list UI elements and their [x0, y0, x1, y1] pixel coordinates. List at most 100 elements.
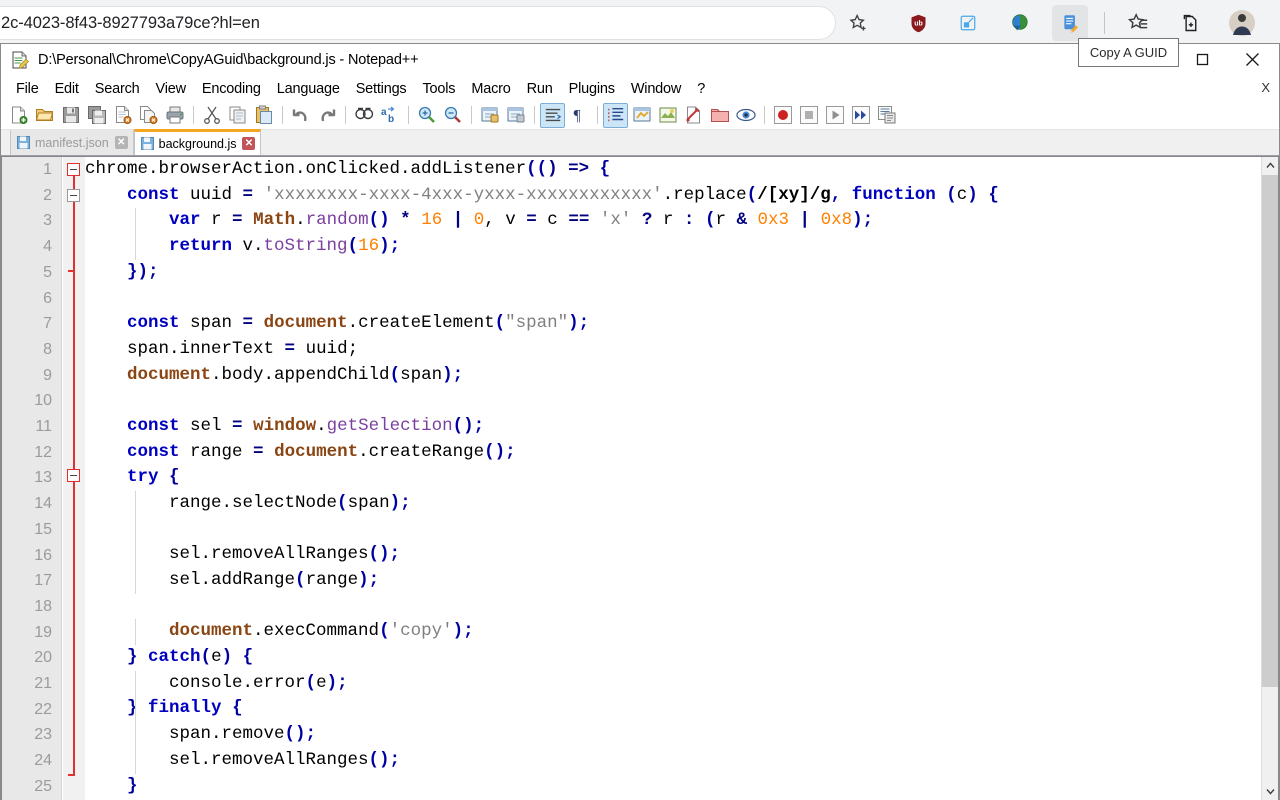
menu-window[interactable]: Window — [623, 79, 689, 99]
extension-blue-icon[interactable] — [950, 5, 986, 41]
copy-button[interactable] — [225, 103, 250, 128]
maximize-window-button[interactable] — [1179, 44, 1225, 75]
address-bar[interactable]: 2c-4023-8f43-8927793a79ce?hl=en — [0, 6, 836, 40]
close-file-button[interactable] — [110, 103, 135, 128]
code-line: range.selectNode(span); — [85, 492, 411, 513]
redo-button[interactable] — [314, 103, 339, 128]
show-all-characters-button[interactable]: ¶ — [566, 103, 591, 128]
save-current-macro-button[interactable] — [874, 103, 899, 128]
monitoring-button[interactable] — [733, 103, 758, 128]
svg-text:ub: ub — [914, 20, 923, 27]
tab-manifest-json[interactable]: manifest.json ✕ — [10, 130, 134, 155]
line-number: 22 — [34, 700, 52, 718]
svg-text:a: a — [381, 107, 387, 118]
find-button[interactable] — [351, 103, 376, 128]
code-line: span.innerText = uuid; — [85, 338, 359, 359]
open-file-button[interactable] — [32, 103, 57, 128]
save-all-button[interactable] — [84, 103, 109, 128]
tab-background-js[interactable]: background.js ✕ — [133, 129, 262, 155]
toolbar-separator — [282, 106, 283, 124]
code-line: const uuid = 'xxxxxxxx-xxxx-4xxx-yxxx-xx… — [127, 184, 999, 205]
editor-vertical-scrollbar[interactable] — [1261, 157, 1278, 800]
close-tab-icon[interactable]: ✕ — [114, 136, 128, 149]
code-folding-margin[interactable] — [63, 157, 85, 800]
scroll-up-button[interactable] — [1262, 157, 1278, 174]
record-macro-button[interactable] — [770, 103, 795, 128]
indent-guideline-button[interactable] — [603, 102, 628, 128]
menu-run[interactable]: Run — [519, 79, 561, 99]
menu-language[interactable]: Language — [269, 79, 348, 99]
close-all-files-button[interactable] — [136, 103, 161, 128]
menu-file[interactable]: File — [8, 79, 47, 99]
line-number: 7 — [43, 315, 52, 333]
close-window-button[interactable] — [1229, 44, 1275, 75]
undo-button[interactable] — [288, 103, 313, 128]
new-file-button[interactable] — [6, 103, 31, 128]
tab-label: background.js — [158, 136, 237, 151]
profile-avatar-icon[interactable] — [1224, 5, 1260, 41]
menu-tools[interactable]: Tools — [414, 79, 463, 99]
line-number: 4 — [43, 238, 52, 256]
function-list-button[interactable] — [681, 103, 706, 128]
document-map-button[interactable] — [655, 103, 680, 128]
fold-end-line-25 — [68, 774, 75, 776]
user-defined-dialog-button[interactable] — [629, 103, 654, 128]
playback-button[interactable] — [822, 103, 847, 128]
code-line: const span = document.createElement("spa… — [127, 313, 590, 334]
menu-edit[interactable]: Edit — [47, 79, 87, 99]
menu-plugins[interactable]: Plugins — [561, 79, 623, 99]
code-editor[interactable]: 1 2 3 4 5 6 7 8 9 10 11 12 13 14 15 16 1… — [1, 156, 1279, 800]
paste-button[interactable] — [251, 103, 276, 128]
close-tab-icon[interactable]: ✕ — [242, 137, 256, 150]
line-number: 3 — [43, 212, 52, 230]
stop-recording-button[interactable] — [796, 103, 821, 128]
zoom-in-button[interactable] — [414, 103, 439, 128]
menu-help[interactable]: ? — [689, 79, 713, 99]
line-number: 2 — [43, 186, 52, 204]
toolbar-separator — [534, 106, 535, 124]
bookmark-star-icon[interactable] — [840, 5, 876, 41]
replace-button[interactable]: ab — [377, 103, 402, 128]
line-number: 10 — [34, 392, 52, 410]
code-line: sel.removeAllRanges(); — [85, 544, 401, 565]
code-line: } catch(e) { — [127, 647, 254, 668]
fold-toggle-line-2[interactable] — [67, 189, 80, 202]
tooltip-text: Copy A GUID — [1089, 45, 1168, 60]
indent-guide — [135, 671, 136, 774]
word-wrap-button[interactable] — [540, 102, 565, 128]
zoom-out-button[interactable] — [440, 103, 465, 128]
menu-view[interactable]: View — [148, 79, 194, 99]
sync-horizontal-scrolling-button[interactable] — [503, 103, 528, 128]
line-number-gutter: 1 2 3 4 5 6 7 8 9 10 11 12 13 14 15 16 1… — [2, 157, 62, 800]
print-button[interactable] — [162, 103, 187, 128]
code-line: } finally { — [127, 698, 243, 719]
run-multiple-macro-button[interactable] — [848, 103, 873, 128]
fold-toggle-line-13[interactable] — [67, 469, 80, 482]
menu-encoding[interactable]: Encoding — [194, 79, 269, 99]
reading-list-star-icon[interactable] — [1120, 5, 1156, 41]
sync-vertical-scrolling-button[interactable] — [477, 103, 502, 128]
line-number: 21 — [34, 675, 52, 692]
internet-download-manager-icon[interactable] — [1001, 5, 1037, 41]
menu-settings[interactable]: Settings — [348, 79, 415, 99]
menu-search[interactable]: Search — [87, 79, 148, 99]
vertical-scroll-thumb[interactable] — [1262, 175, 1278, 687]
line-number: 25 — [34, 777, 52, 795]
notepad-plus-plus-window: D:\Personal\Chrome\CopyAGuid\background.… — [0, 43, 1280, 800]
code-line: return v.toString(16); — [169, 236, 401, 257]
scroll-down-button[interactable] — [1262, 783, 1278, 800]
cut-button[interactable] — [199, 103, 224, 128]
close-document-button[interactable]: X — [1261, 80, 1270, 95]
tab-label: manifest.json — [35, 135, 109, 150]
fold-toggle-line-1[interactable] — [67, 163, 80, 176]
collections-icon[interactable] — [1172, 5, 1208, 41]
save-button[interactable] — [58, 103, 83, 128]
folder-as-workspace-button[interactable] — [707, 103, 732, 128]
code-text-area[interactable]: chrome.browserAction.onClicked.addListen… — [85, 157, 1261, 800]
ublock-origin-shield-icon[interactable]: ub — [900, 5, 936, 41]
menu-macro[interactable]: Macro — [463, 79, 518, 99]
copy-a-guid-extension-icon[interactable] — [1052, 5, 1088, 41]
notepad-toolbar: ab ¶ — [1, 101, 1279, 130]
